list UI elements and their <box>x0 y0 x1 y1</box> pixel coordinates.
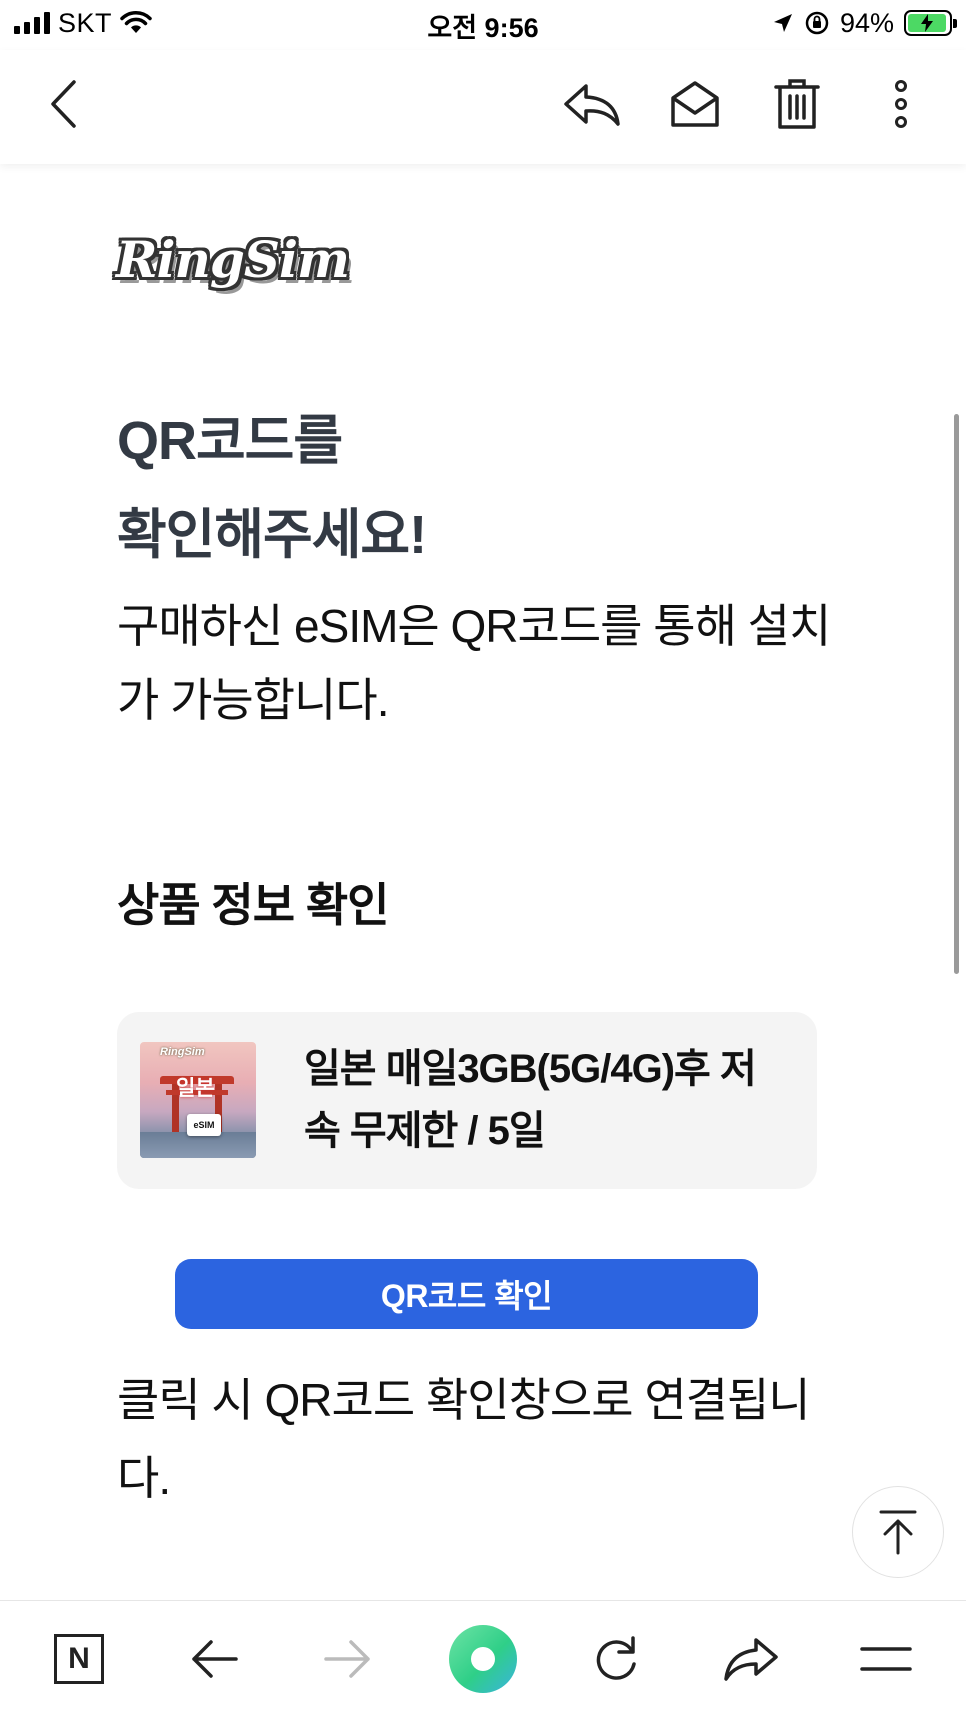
ringsim-logo: RingSim <box>116 230 350 289</box>
trash-icon <box>774 79 820 129</box>
battery-icon <box>904 10 957 36</box>
delete-button[interactable] <box>762 72 832 136</box>
reload-button[interactable] <box>580 1629 652 1689</box>
headline: QR코드를 확인해주세요! <box>117 394 427 582</box>
share-icon <box>724 1638 778 1681</box>
thumb-logo: RingSim <box>160 1046 205 1058</box>
menu-button[interactable] <box>850 1629 922 1689</box>
scrollbar[interactable] <box>954 414 959 974</box>
arrow-right-icon <box>324 1640 370 1678</box>
chevron-left-icon <box>51 80 76 128</box>
location-arrow-icon <box>773 14 792 32</box>
product-card: RingSim 일본 eSIM 일본 매일3GB(5G/4G)후 저속 무제한 … <box>117 1012 817 1189</box>
share-button[interactable] <box>715 1629 787 1689</box>
green-dot-icon <box>449 1625 517 1693</box>
charging-bolt-icon <box>920 14 933 32</box>
headline-line-2: 확인해주세요! <box>117 505 427 565</box>
more-vertical-icon <box>895 80 907 128</box>
green-dot-button[interactable] <box>447 1625 519 1693</box>
thumb-esim-card: eSIM <box>187 1114 221 1136</box>
more-button[interactable] <box>866 72 936 136</box>
mail-toolbar <box>0 50 966 164</box>
status-right: 94% <box>772 6 957 40</box>
menu-icon <box>860 1647 912 1671</box>
browser-forward-button[interactable] <box>312 1629 384 1689</box>
scroll-to-top-button[interactable] <box>852 1486 944 1578</box>
envelope-icon <box>671 81 719 127</box>
reply-button[interactable] <box>557 72 627 136</box>
mark-unread-button[interactable] <box>660 72 730 136</box>
product-title: 일본 매일3GB(5G/4G)후 저속 무제한 / 5일 <box>304 1047 757 1153</box>
product-info-title: 상품 정보 확인 <box>117 879 389 931</box>
email-body[interactable]: RingSim QR코드를 확인해주세요! 구매하신 eSIM은 QR코드를 통… <box>0 164 966 1594</box>
back-button[interactable] <box>28 72 98 136</box>
browser-back-button[interactable] <box>178 1629 250 1689</box>
qr-note: 클릭 시 QR코드 확인창으로 연결됩니다. <box>117 1374 811 1504</box>
browser-bottom-bar: N <box>0 1600 966 1717</box>
arrow-left-icon <box>192 1640 238 1678</box>
qr-code-button[interactable]: QR코드 확인 <box>175 1259 758 1329</box>
naver-home-button[interactable]: N <box>43 1629 115 1689</box>
arrow-up-to-top-icon <box>879 1510 917 1555</box>
battery-percent: 94% <box>839 7 894 38</box>
reply-icon <box>564 84 620 126</box>
battery-fill <box>908 14 946 32</box>
install-description: 구매하신 eSIM은 QR코드를 통해 설치가 가능합니다. <box>117 600 831 726</box>
orientation-lock-icon <box>805 11 829 35</box>
headline-line-1: QR코드를 <box>117 411 343 471</box>
product-thumbnail: RingSim 일본 eSIM <box>140 1042 256 1158</box>
thumb-country: 일본 <box>176 1077 215 1100</box>
reload-icon <box>596 1636 636 1680</box>
naver-home-icon: N <box>54 1634 104 1684</box>
status-bar: SKT 오전 9:56 94% <box>0 0 966 50</box>
